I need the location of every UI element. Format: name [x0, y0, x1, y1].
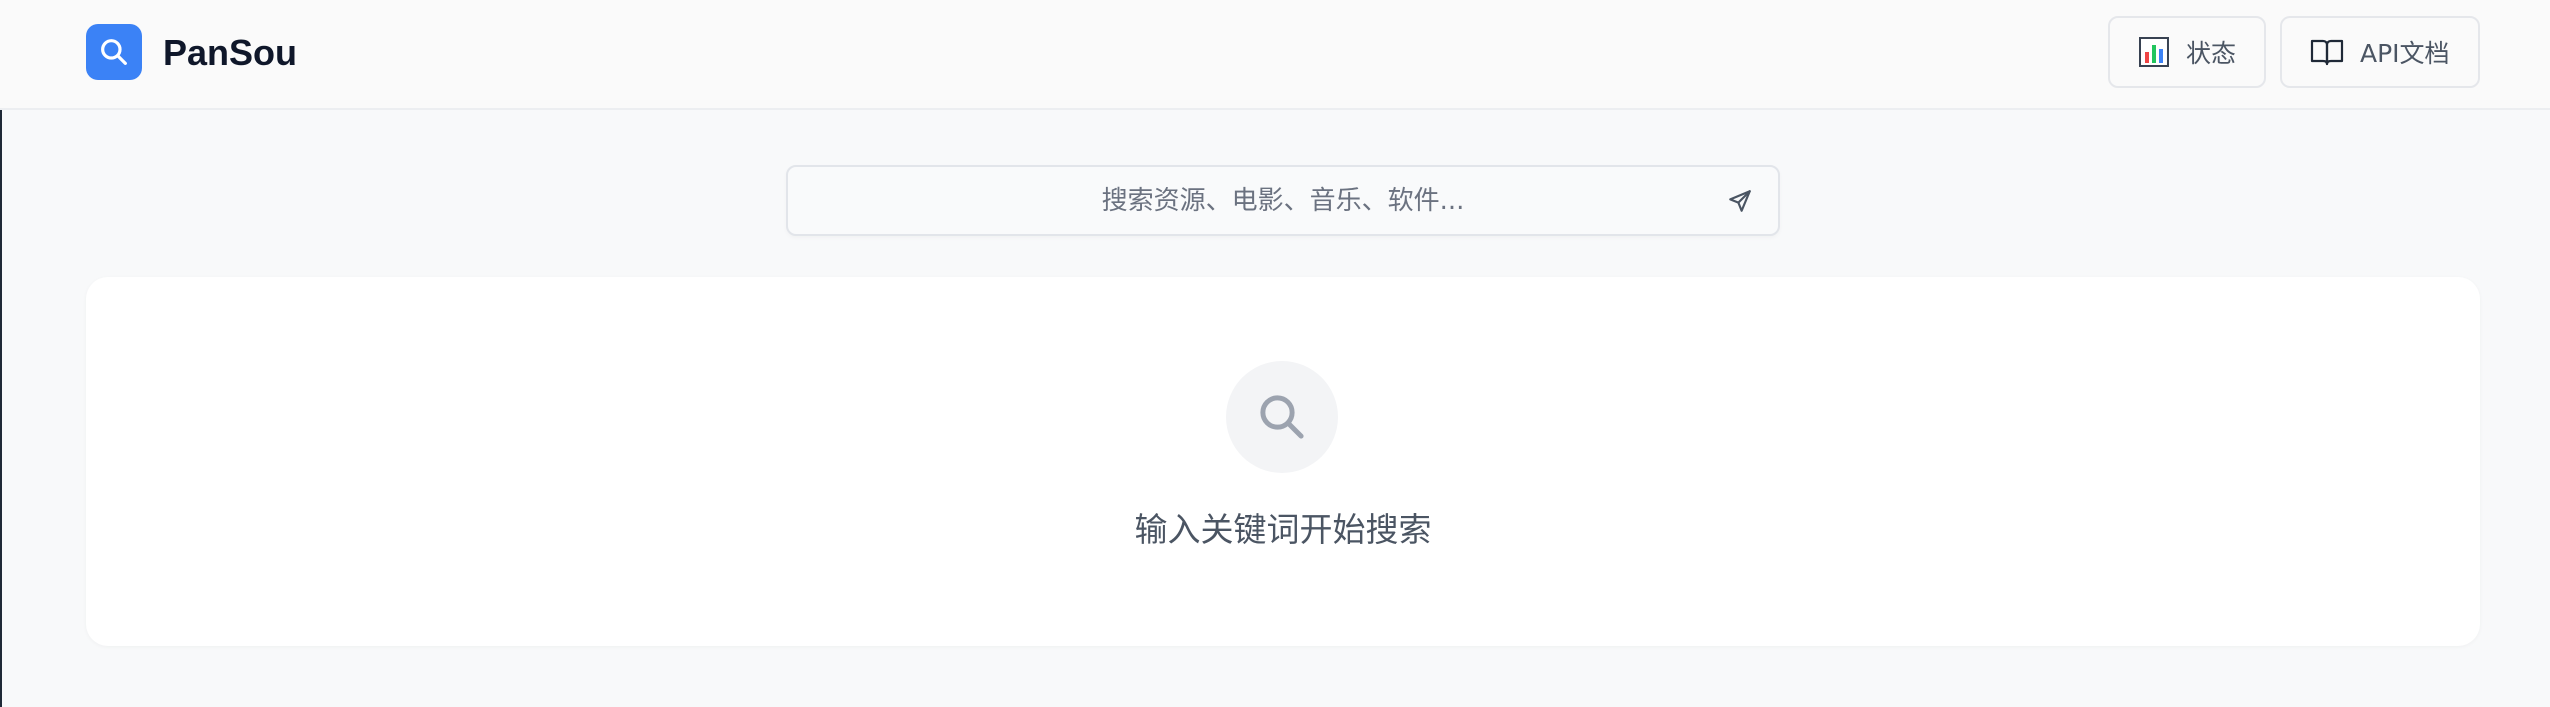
search-submit-button[interactable]	[1722, 183, 1758, 219]
bar-chart-icon	[2138, 37, 2169, 67]
app-logo[interactable]	[86, 24, 142, 80]
search-input[interactable]	[788, 167, 1778, 234]
api-docs-button[interactable]: API文档	[2280, 16, 2480, 88]
search-icon	[1260, 395, 1304, 439]
search-icon	[101, 39, 127, 65]
top-header: PanSou 状态 API文档	[0, 0, 2550, 110]
empty-state-message: 输入关键词开始搜索	[1134, 510, 1432, 549]
send-icon	[1729, 190, 1751, 212]
search-bar	[786, 165, 1780, 236]
api-docs-button-label: API文档	[2360, 39, 2450, 68]
results-card: 输入关键词开始搜索	[86, 277, 2480, 646]
status-button-label: 状态	[2185, 39, 2236, 68]
status-button[interactable]: 状态	[2108, 16, 2266, 88]
app-title: PanSou	[163, 32, 298, 73]
book-icon	[2310, 39, 2344, 66]
empty-state-icon-wrap	[1226, 361, 1338, 473]
